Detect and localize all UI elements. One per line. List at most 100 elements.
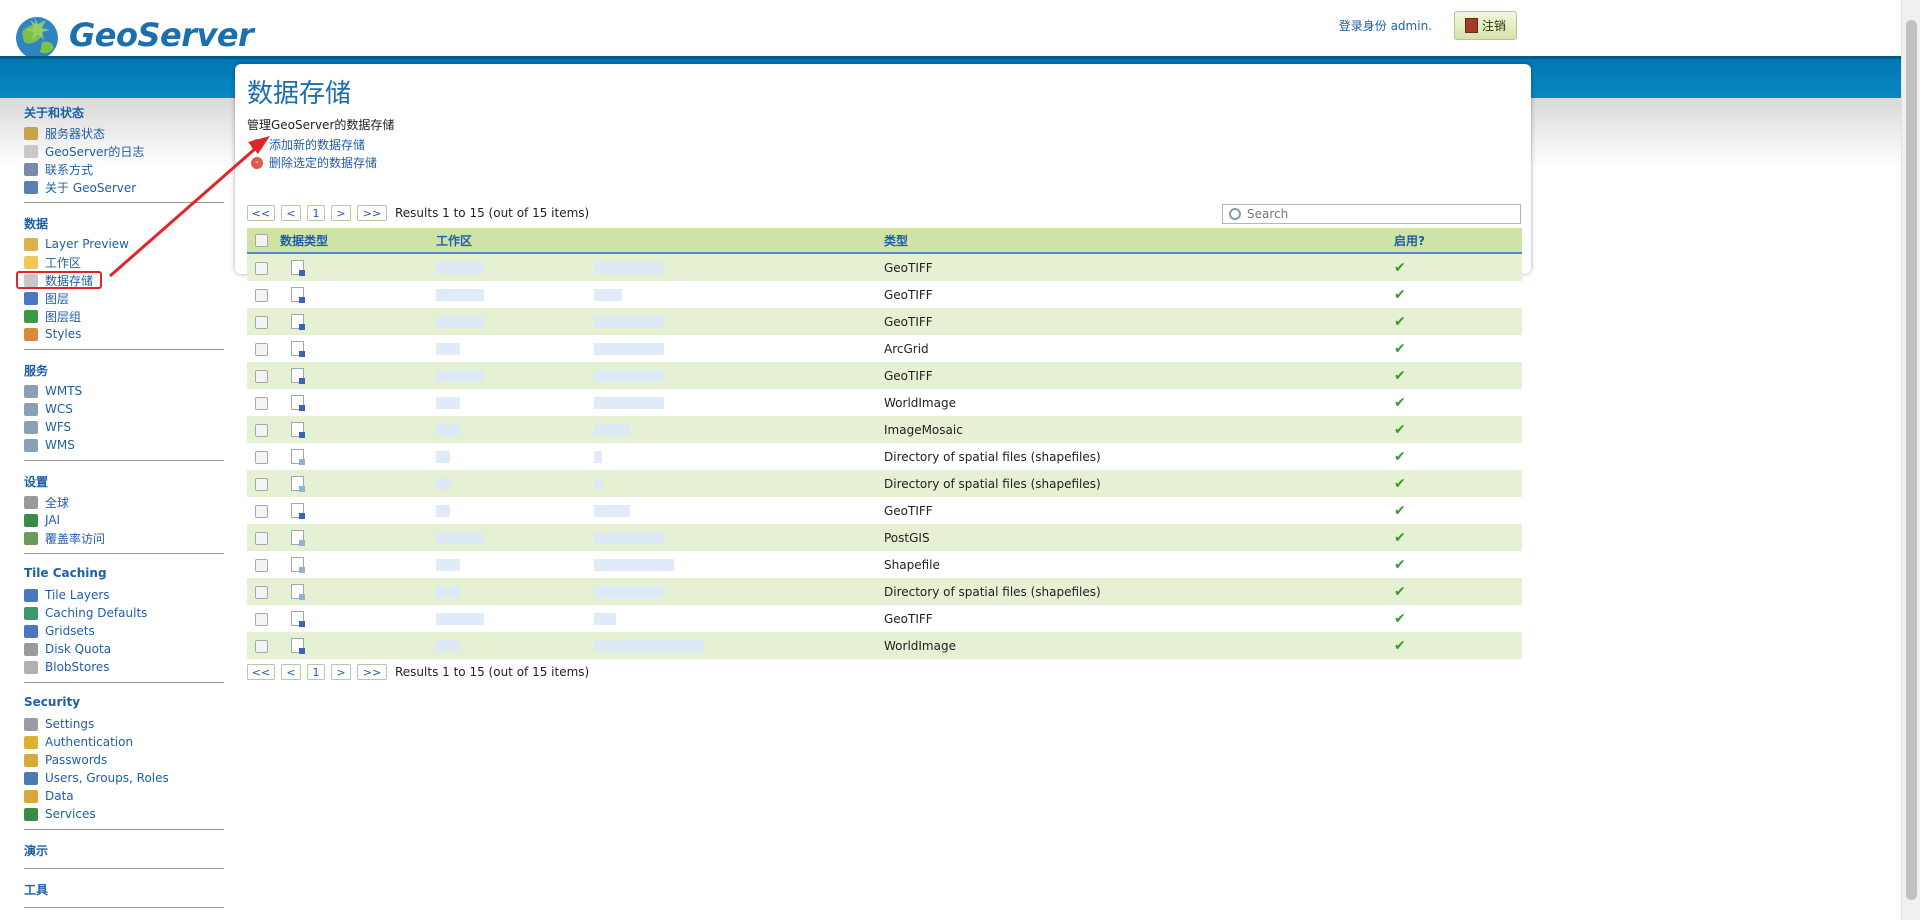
- row-checkbox[interactable]: [255, 612, 268, 626]
- sidebar-item[interactable]: Settings: [24, 715, 224, 733]
- remove-datastore-link[interactable]: - 删除选定的数据存储: [251, 154, 377, 171]
- row-checkbox[interactable]: [255, 477, 268, 491]
- sidebar-item[interactable]: JAI: [24, 511, 224, 529]
- workspace-cell[interactable]: [436, 551, 594, 578]
- sidebar-item[interactable]: 图层组: [24, 307, 224, 325]
- col-workspace[interactable]: 工作区: [436, 228, 594, 254]
- pager-prev-button[interactable]: <: [281, 205, 301, 221]
- name-cell[interactable]: [594, 335, 884, 362]
- sidebar-item[interactable]: Users, Groups, Roles: [24, 769, 224, 787]
- nav-section-title[interactable]: Security: [24, 695, 224, 709]
- name-cell[interactable]: [594, 497, 884, 524]
- sidebar-item[interactable]: 数据存储: [16, 271, 102, 289]
- row-checkbox[interactable]: [255, 396, 268, 410]
- table-row[interactable]: WorldImage ✔: [247, 632, 1522, 659]
- add-datastore-link[interactable]: + 添加新的数据存储: [251, 136, 365, 153]
- pager-last-button[interactable]: >>: [357, 664, 387, 680]
- pager-page-button[interactable]: 1: [307, 664, 325, 680]
- sidebar-item[interactable]: WFS: [24, 418, 224, 436]
- workspace-cell[interactable]: [436, 578, 594, 605]
- name-cell[interactable]: [594, 632, 884, 659]
- name-cell[interactable]: [594, 281, 884, 308]
- workspace-cell[interactable]: [436, 470, 594, 497]
- row-checkbox[interactable]: [255, 504, 268, 518]
- pager-page-button[interactable]: 1: [307, 205, 325, 221]
- row-checkbox[interactable]: [255, 315, 268, 329]
- pager-first-button[interactable]: <<: [247, 205, 275, 221]
- table-row[interactable]: PostGIS ✔: [247, 524, 1522, 551]
- row-checkbox[interactable]: [255, 639, 268, 653]
- sidebar-item[interactable]: 全球: [24, 493, 224, 511]
- table-row[interactable]: GeoTIFF ✔: [247, 497, 1522, 524]
- table-row[interactable]: ArcGrid ✔: [247, 335, 1522, 362]
- sidebar-item[interactable]: WMTS: [24, 382, 224, 400]
- table-row[interactable]: GeoTIFF ✔: [247, 253, 1522, 281]
- row-checkbox[interactable]: [255, 585, 268, 599]
- pager-prev-button[interactable]: <: [281, 664, 301, 680]
- workspace-cell[interactable]: [436, 632, 594, 659]
- scrollbar[interactable]: [1901, 0, 1920, 920]
- name-cell[interactable]: [594, 551, 884, 578]
- col-data-type[interactable]: 数据类型: [280, 228, 436, 254]
- pager-first-button[interactable]: <<: [247, 664, 275, 680]
- nav-section-title[interactable]: 关于和状态: [24, 104, 224, 120]
- nav-section-title[interactable]: 工具: [24, 881, 224, 897]
- row-checkbox[interactable]: [255, 342, 268, 356]
- pager-next-button[interactable]: >: [331, 664, 351, 680]
- row-checkbox[interactable]: [255, 261, 268, 275]
- workspace-cell[interactable]: [436, 389, 594, 416]
- table-row[interactable]: ImageMosaic ✔: [247, 416, 1522, 443]
- table-row[interactable]: WorldImage ✔: [247, 389, 1522, 416]
- workspace-cell[interactable]: [436, 362, 594, 389]
- table-row[interactable]: GeoTIFF ✔: [247, 281, 1522, 308]
- logo-text[interactable]: GeoServer: [69, 16, 254, 54]
- nav-section-title[interactable]: 设置: [24, 473, 224, 489]
- name-cell[interactable]: [594, 362, 884, 389]
- sidebar-item[interactable]: WCS: [24, 400, 224, 418]
- sidebar-item[interactable]: 关于 GeoServer: [24, 178, 224, 196]
- table-row[interactable]: Shapefile ✔: [247, 551, 1522, 578]
- workspace-cell[interactable]: [436, 281, 594, 308]
- name-cell[interactable]: [594, 470, 884, 497]
- col-enabled[interactable]: 启用?: [1394, 228, 1522, 254]
- row-checkbox[interactable]: [255, 288, 268, 302]
- sidebar-item[interactable]: Authentication: [24, 733, 224, 751]
- workspace-cell[interactable]: [436, 497, 594, 524]
- name-cell[interactable]: [594, 443, 884, 470]
- nav-section-title[interactable]: Tile Caching: [24, 566, 224, 580]
- name-cell[interactable]: [594, 389, 884, 416]
- sidebar-item[interactable]: 服务器状态: [24, 124, 224, 142]
- sidebar-item[interactable]: 联系方式: [24, 160, 224, 178]
- name-cell[interactable]: [594, 524, 884, 551]
- select-all-checkbox[interactable]: [255, 234, 268, 247]
- search-field[interactable]: Search: [1222, 204, 1521, 224]
- pager-last-button[interactable]: >>: [357, 205, 387, 221]
- workspace-cell[interactable]: [436, 443, 594, 470]
- name-cell[interactable]: [594, 605, 884, 632]
- row-checkbox[interactable]: [255, 531, 268, 545]
- sidebar-item[interactable]: Services: [24, 805, 224, 823]
- name-cell[interactable]: [594, 578, 884, 605]
- table-row[interactable]: Directory of spatial files (shapefiles) ✔: [247, 443, 1522, 470]
- sidebar-item[interactable]: Disk Quota: [24, 640, 224, 658]
- sidebar-item[interactable]: Tile Layers: [24, 586, 224, 604]
- row-checkbox[interactable]: [255, 558, 268, 572]
- table-row[interactable]: GeoTIFF ✔: [247, 362, 1522, 389]
- pager-next-button[interactable]: >: [331, 205, 351, 221]
- name-cell[interactable]: [594, 253, 884, 281]
- row-checkbox[interactable]: [255, 423, 268, 437]
- sidebar-item[interactable]: WMS: [24, 436, 224, 454]
- sidebar-item[interactable]: GeoServer的日志: [24, 142, 224, 160]
- sidebar-item[interactable]: 工作区: [24, 253, 224, 271]
- sidebar-item[interactable]: BlobStores: [24, 658, 224, 676]
- logout-button[interactable]: 注销: [1454, 11, 1517, 40]
- sidebar-item[interactable]: Caching Defaults: [24, 604, 224, 622]
- workspace-cell[interactable]: [436, 524, 594, 551]
- nav-section-title[interactable]: 服务: [24, 362, 224, 378]
- sidebar-item[interactable]: Passwords: [24, 751, 224, 769]
- sidebar-item[interactable]: 图层: [24, 289, 224, 307]
- sidebar-item[interactable]: Styles: [24, 325, 224, 343]
- geoserver-logo-icon[interactable]: [12, 12, 62, 62]
- sidebar-item[interactable]: Layer Preview: [24, 235, 224, 253]
- row-checkbox[interactable]: [255, 369, 268, 383]
